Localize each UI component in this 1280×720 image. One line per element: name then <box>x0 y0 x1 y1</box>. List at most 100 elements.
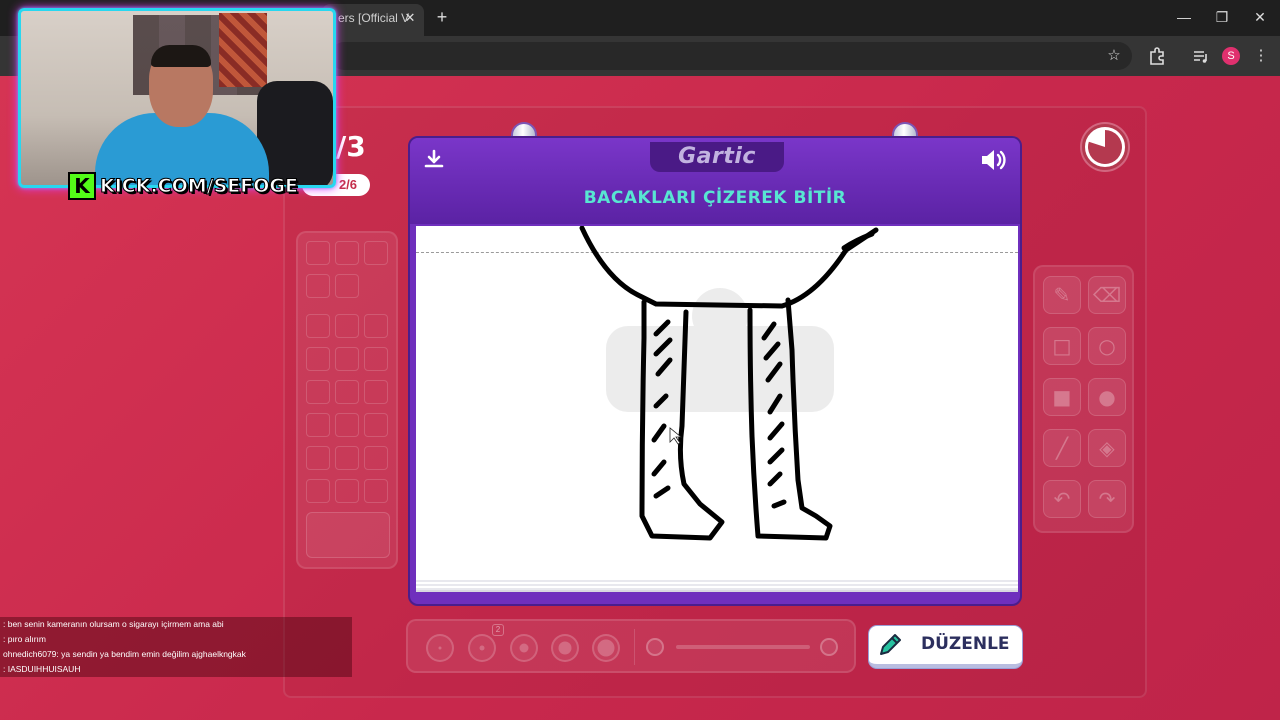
kick-badge: K KICK.COM/SEFOGE <box>68 172 299 200</box>
undo-icon[interactable]: ↶ <box>1043 480 1081 518</box>
profile-avatar[interactable]: S <box>1222 47 1240 65</box>
stripe <box>651 423 667 443</box>
chat-message: ohnedich6079: ya sendin ya bendim emin d… <box>0 647 352 662</box>
color-swatch[interactable] <box>364 446 388 470</box>
color-swatch[interactable] <box>306 347 330 371</box>
streamer <box>85 45 275 185</box>
stripe <box>767 421 785 441</box>
color-swatch[interactable] <box>364 380 388 404</box>
pencil-icon[interactable]: ✎ <box>1043 276 1081 314</box>
brush-size-5[interactable] <box>592 634 620 662</box>
eraser-icon[interactable]: ⌫ <box>1088 276 1126 314</box>
color-swatch[interactable] <box>335 446 359 470</box>
edit-button-label: DÜZENLE <box>921 634 1010 654</box>
color-swatch[interactable] <box>364 479 388 503</box>
stripe <box>767 447 785 465</box>
gartic-logo: Gartic <box>650 142 784 172</box>
drawing-strokes <box>579 226 879 541</box>
minimize-button[interactable]: — <box>1172 6 1196 28</box>
color-swatch[interactable] <box>335 380 359 404</box>
chat-message: : IASDUIHHUISAUH <box>0 662 352 677</box>
color-swatch[interactable] <box>364 347 388 371</box>
url-field[interactable] <box>330 42 1132 70</box>
tab-close-icon[interactable]: ✕ <box>400 8 420 28</box>
close-window-button[interactable]: ✕ <box>1248 6 1272 28</box>
drawing-canvas[interactable] <box>416 226 1018 580</box>
color-swatch[interactable] <box>335 314 359 338</box>
color-swatch[interactable] <box>306 479 330 503</box>
chat-overlay: : ben senin kameranın olursam o sigarayı… <box>0 617 352 677</box>
divider <box>634 629 635 665</box>
stroke-left-leg <box>639 299 725 541</box>
stripe <box>651 459 667 477</box>
chat-username: ohnedich6079 <box>3 649 57 659</box>
chat-text: : ya sendin ya bendim emin değilim ajgha… <box>56 649 246 659</box>
speaker-icon[interactable] <box>978 146 1010 174</box>
color-swatch[interactable] <box>364 241 388 265</box>
download-icon[interactable] <box>420 146 448 174</box>
stripe <box>765 361 783 383</box>
stripe <box>761 321 777 341</box>
stripe <box>655 357 673 377</box>
brush-size-2[interactable] <box>468 634 496 662</box>
tab-title: ers [Official V <box>338 11 410 25</box>
color-swatch[interactable] <box>306 380 330 404</box>
color-swatch[interactable] <box>306 413 330 437</box>
opacity-min-knob[interactable] <box>646 638 664 656</box>
fill-bucket-icon[interactable]: ◈ <box>1088 429 1126 467</box>
color-swatch[interactable] <box>364 413 388 437</box>
color-swatch[interactable] <box>335 413 359 437</box>
stripe <box>653 337 673 357</box>
drawing-board: Gartic BACAKLARI ÇİZEREK BİTİR <box>408 136 1022 606</box>
round-number: /3 <box>336 130 366 163</box>
redo-icon[interactable]: ↷ <box>1088 480 1126 518</box>
ellipse-filled-icon[interactable]: ● <box>1088 378 1126 416</box>
streamer-hair <box>151 45 211 67</box>
line-icon[interactable]: ╱ <box>1043 429 1081 467</box>
chat-message: : pıro alırım <box>0 632 352 647</box>
color-swatch[interactable] <box>306 314 330 338</box>
brush-size-1[interactable] <box>426 634 454 662</box>
stripe <box>653 393 669 409</box>
opacity-slider-handle[interactable] <box>820 638 838 656</box>
rectangle-filled-icon[interactable]: ■ <box>1043 378 1081 416</box>
color-swatch[interactable] <box>306 274 330 298</box>
color-swatch[interactable] <box>335 479 359 503</box>
timer-pie <box>1087 130 1122 164</box>
chat-text: : ben senin kameranın olursam o sigarayı… <box>3 619 224 629</box>
kick-logo-icon: K <box>68 172 96 200</box>
chat-text: : pıro alırım <box>3 634 46 644</box>
kick-url: KICK.COM/SEFOGE <box>100 175 299 198</box>
chat-text: : IASDUIHHUISAUH <box>3 664 81 674</box>
color-swatch[interactable] <box>335 274 359 298</box>
brush-size-4[interactable] <box>551 634 579 662</box>
opacity-slider[interactable] <box>676 645 810 649</box>
color-swatch[interactable] <box>364 314 388 338</box>
ellipse-outline-icon[interactable]: ○ <box>1088 327 1126 365</box>
new-tab-button[interactable]: + <box>432 6 452 28</box>
board-header: Gartic BACAKLARI ÇİZEREK BİTİR <box>410 138 1020 224</box>
stroke-right-leg <box>747 297 833 541</box>
task-prompt: BACAKLARI ÇİZEREK BİTİR <box>583 188 847 208</box>
notepad-pages <box>416 580 1018 592</box>
stripe <box>763 341 781 361</box>
brush-size-3[interactable] <box>510 634 538 662</box>
color-swatch[interactable] <box>306 241 330 265</box>
extensions-icon[interactable] <box>1145 44 1169 68</box>
color-swatch[interactable] <box>335 347 359 371</box>
pencil-icon <box>880 634 901 655</box>
stripe <box>767 393 783 415</box>
bookmark-star-icon[interactable]: ☆ <box>1102 44 1126 68</box>
current-color-swatch[interactable] <box>306 512 390 558</box>
edit-button[interactable]: DÜZENLE <box>869 626 1022 668</box>
rectangle-outline-icon[interactable]: □ <box>1043 327 1081 365</box>
menu-kebab-icon[interactable]: ⋮ <box>1249 44 1273 68</box>
stroke-body-tail <box>841 231 875 251</box>
color-swatch[interactable] <box>335 241 359 265</box>
color-swatch[interactable] <box>306 446 330 470</box>
brush-size-bar: 2 <box>406 619 856 673</box>
restore-button[interactable]: ❐ <box>1210 6 1234 28</box>
media-queue-icon[interactable] <box>1189 44 1213 68</box>
stripe <box>653 319 671 337</box>
round-timer <box>1082 124 1128 170</box>
